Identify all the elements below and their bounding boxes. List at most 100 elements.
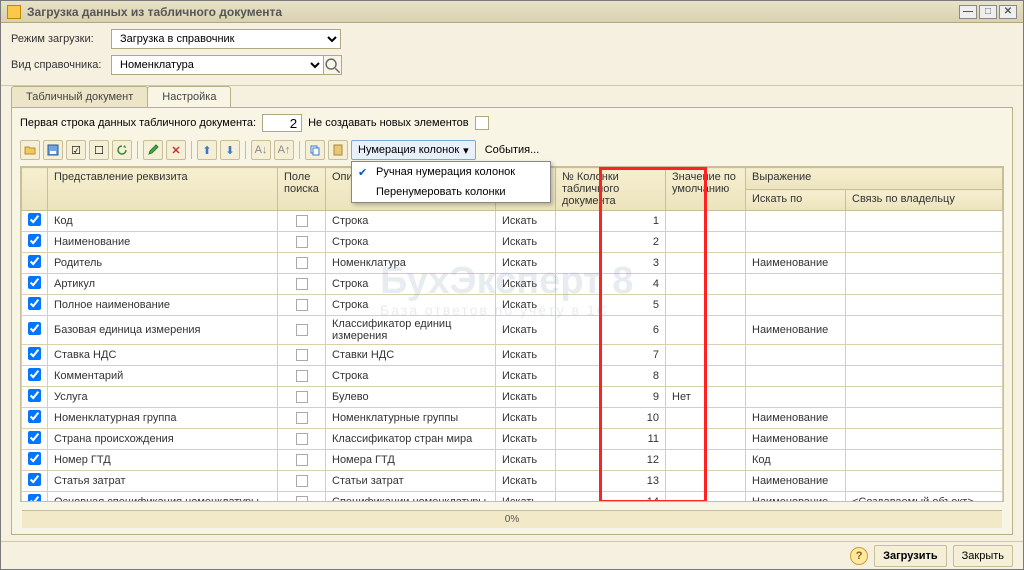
search-field-checkbox[interactable] — [296, 257, 308, 269]
no-create-checkbox[interactable] — [475, 116, 489, 130]
cell-default[interactable] — [666, 492, 746, 503]
cell-colnum[interactable]: 10 — [556, 408, 666, 429]
search-field-checkbox[interactable] — [296, 475, 308, 487]
cell-default[interactable] — [666, 366, 746, 387]
cell-colnum[interactable]: 12 — [556, 450, 666, 471]
cell-colnum[interactable]: 9 — [556, 387, 666, 408]
cell-linkowner[interactable] — [846, 295, 1003, 316]
sort-desc-button[interactable]: A↑ — [274, 140, 294, 160]
cell-default[interactable]: Нет — [666, 387, 746, 408]
cell-default[interactable] — [666, 253, 746, 274]
open-button[interactable] — [20, 140, 40, 160]
cell-name[interactable]: Статья затрат — [48, 471, 278, 492]
cell-name[interactable]: Полное наименование — [48, 295, 278, 316]
cell-colnum[interactable]: 2 — [556, 232, 666, 253]
cell-type[interactable]: Номенклатура — [326, 253, 496, 274]
row-checkbox[interactable] — [28, 368, 41, 381]
cell-name[interactable]: Ставка НДС — [48, 345, 278, 366]
cell-type[interactable]: Строка — [326, 295, 496, 316]
cell-linkowner[interactable] — [846, 471, 1003, 492]
col-default[interactable]: Значение по умолчанию — [666, 168, 746, 211]
cell-name[interactable]: Основная спецификация номенклатуры — [48, 492, 278, 503]
copy-button[interactable] — [305, 140, 325, 160]
sort-asc-button[interactable]: A↓ — [251, 140, 271, 160]
cell-colnum[interactable]: 11 — [556, 429, 666, 450]
save-button[interactable] — [43, 140, 63, 160]
cell-linkowner[interactable] — [846, 450, 1003, 471]
cell-colnum[interactable]: 3 — [556, 253, 666, 274]
mode-select[interactable]: Загрузка в справочник — [111, 29, 341, 49]
cell-linkowner[interactable] — [846, 253, 1003, 274]
cell-type[interactable]: Строка — [326, 211, 496, 232]
row-checkbox[interactable] — [28, 347, 41, 360]
cell-mode[interactable]: Искать — [496, 366, 556, 387]
cell-colnum[interactable]: 8 — [556, 366, 666, 387]
cell-name[interactable]: Наименование — [48, 232, 278, 253]
menu-renumber[interactable]: Перенумеровать колонки — [352, 182, 550, 202]
cell-type[interactable]: Строка — [326, 274, 496, 295]
cell-name[interactable]: Родитель — [48, 253, 278, 274]
cell-default[interactable] — [666, 429, 746, 450]
cell-colnum[interactable]: 5 — [556, 295, 666, 316]
search-field-checkbox[interactable] — [296, 412, 308, 424]
row-checkbox[interactable] — [28, 431, 41, 444]
tab-tabular-doc[interactable]: Табличный документ — [11, 86, 148, 107]
table-row[interactable]: КодСтрокаИскать1 — [22, 211, 1003, 232]
search-field-checkbox[interactable] — [296, 370, 308, 382]
row-checkbox[interactable] — [28, 389, 41, 402]
cell-linkowner[interactable] — [846, 211, 1003, 232]
search-field-checkbox[interactable] — [296, 324, 308, 336]
cell-type[interactable]: Строка — [326, 232, 496, 253]
move-up-button[interactable]: ⬆ — [197, 140, 217, 160]
edit-button[interactable] — [143, 140, 163, 160]
cell-searchby[interactable]: Наименование — [746, 253, 846, 274]
cell-colnum[interactable]: 14 — [556, 492, 666, 503]
cell-searchby[interactable] — [746, 211, 846, 232]
cell-name[interactable]: Артикул — [48, 274, 278, 295]
search-field-checkbox[interactable] — [296, 299, 308, 311]
cell-linkowner[interactable]: <Создаваемый объект> — [846, 492, 1003, 503]
tab-settings[interactable]: Настройка — [147, 86, 231, 107]
cell-linkowner[interactable] — [846, 408, 1003, 429]
first-row-input[interactable] — [262, 114, 302, 132]
col-check[interactable] — [22, 168, 48, 211]
cell-searchby[interactable]: Наименование — [746, 316, 846, 345]
table-row[interactable]: Номенклатурная группаНоменклатурные груп… — [22, 408, 1003, 429]
cell-default[interactable] — [666, 408, 746, 429]
cell-mode[interactable]: Искать — [496, 232, 556, 253]
cell-mode[interactable]: Искать — [496, 429, 556, 450]
cell-name[interactable]: Номенклатурная группа — [48, 408, 278, 429]
cell-name[interactable]: Номер ГТД — [48, 450, 278, 471]
cell-colnum[interactable]: 6 — [556, 316, 666, 345]
cell-colnum[interactable]: 7 — [556, 345, 666, 366]
cell-searchby[interactable]: Наименование — [746, 429, 846, 450]
close-window-button[interactable]: Закрыть — [953, 545, 1013, 567]
row-checkbox[interactable] — [28, 234, 41, 247]
table-row[interactable]: РодительНоменклатураИскать3Наименование — [22, 253, 1003, 274]
cell-type[interactable]: Номера ГТД — [326, 450, 496, 471]
table-row[interactable]: АртикулСтрокаИскать4 — [22, 274, 1003, 295]
search-field-checkbox[interactable] — [296, 496, 308, 502]
cell-searchby[interactable]: Наименование — [746, 408, 846, 429]
row-checkbox[interactable] — [28, 297, 41, 310]
cell-colnum[interactable]: 1 — [556, 211, 666, 232]
col-search[interactable]: Поле поиска — [278, 168, 326, 211]
row-checkbox[interactable] — [28, 322, 41, 335]
cell-searchby[interactable] — [746, 366, 846, 387]
cell-searchby[interactable]: Код — [746, 450, 846, 471]
help-button[interactable]: ? — [850, 547, 868, 565]
table-row[interactable]: Ставка НДССтавки НДСИскать7 — [22, 345, 1003, 366]
cell-default[interactable] — [666, 211, 746, 232]
cell-name[interactable]: Страна происхождения — [48, 429, 278, 450]
cell-searchby[interactable] — [746, 232, 846, 253]
col-linkowner[interactable]: Связь по владельцу — [846, 190, 1003, 211]
cell-mode[interactable]: Искать — [496, 492, 556, 503]
cell-searchby[interactable]: Наименование — [746, 492, 846, 503]
cell-mode[interactable]: Искать — [496, 450, 556, 471]
cell-name[interactable]: Услуга — [48, 387, 278, 408]
uncheck-all-button[interactable]: ☐ — [89, 140, 109, 160]
row-checkbox[interactable] — [28, 410, 41, 423]
cell-default[interactable] — [666, 471, 746, 492]
cell-searchby[interactable] — [746, 295, 846, 316]
cell-type[interactable]: Классификатор единиц измерения — [326, 316, 496, 345]
